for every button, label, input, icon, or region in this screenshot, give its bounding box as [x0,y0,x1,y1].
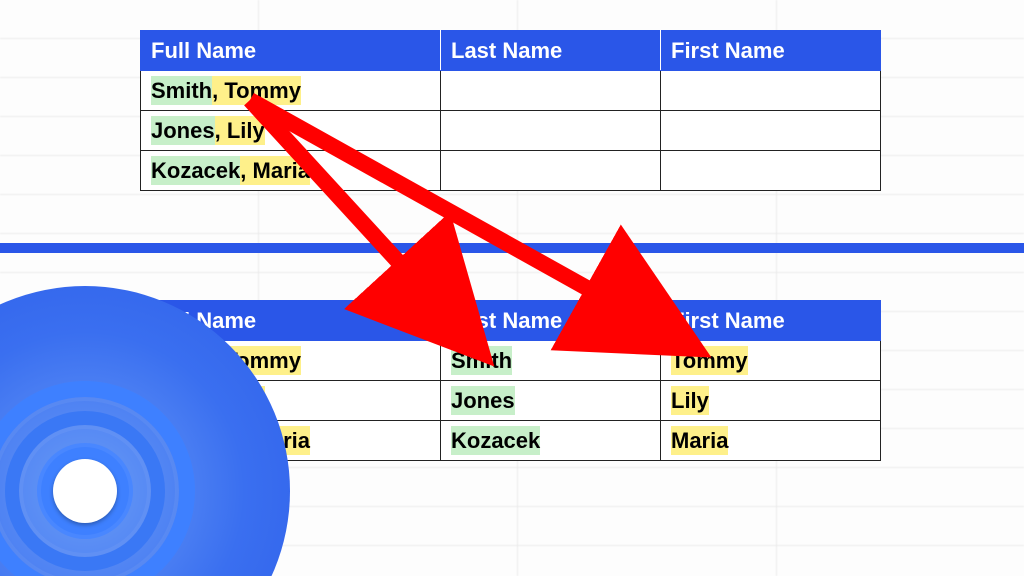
table-row[interactable]: Smith, Tommy [141,71,881,111]
divider-line [0,243,1024,253]
header-full-name: Full Name [141,31,441,71]
cell-full-name[interactable]: Smith, Tommy [141,71,441,111]
table-before: Full Name Last Name First Name Smith, To… [140,30,881,191]
header-first-name: First Name [661,301,881,341]
table-header-row: Full Name Last Name First Name [141,31,881,71]
sep-part: , [212,76,224,105]
header-last-name: Last Name [441,301,661,341]
table-row[interactable]: Jones, Lily [141,111,881,151]
last-name-part: Smith [151,76,212,105]
cell-full-name[interactable]: Kozacek, Maria [141,151,441,191]
cell-first-name[interactable]: Tommy [661,341,881,381]
header-first-name: First Name [661,31,881,71]
cell-last-name[interactable]: Smith [441,341,661,381]
table-row[interactable]: Kozacek, Maria [141,151,881,191]
header-last-name: Last Name [441,31,661,71]
cell-first-name[interactable] [661,71,881,111]
cell-full-name[interactable]: Jones, Lily [141,111,441,151]
cell-last-name[interactable] [441,71,661,111]
table-header-row: Full Name Last Name First Name [141,301,881,341]
target-rings-icon [0,381,195,576]
first-name-part: Tommy [224,76,301,105]
